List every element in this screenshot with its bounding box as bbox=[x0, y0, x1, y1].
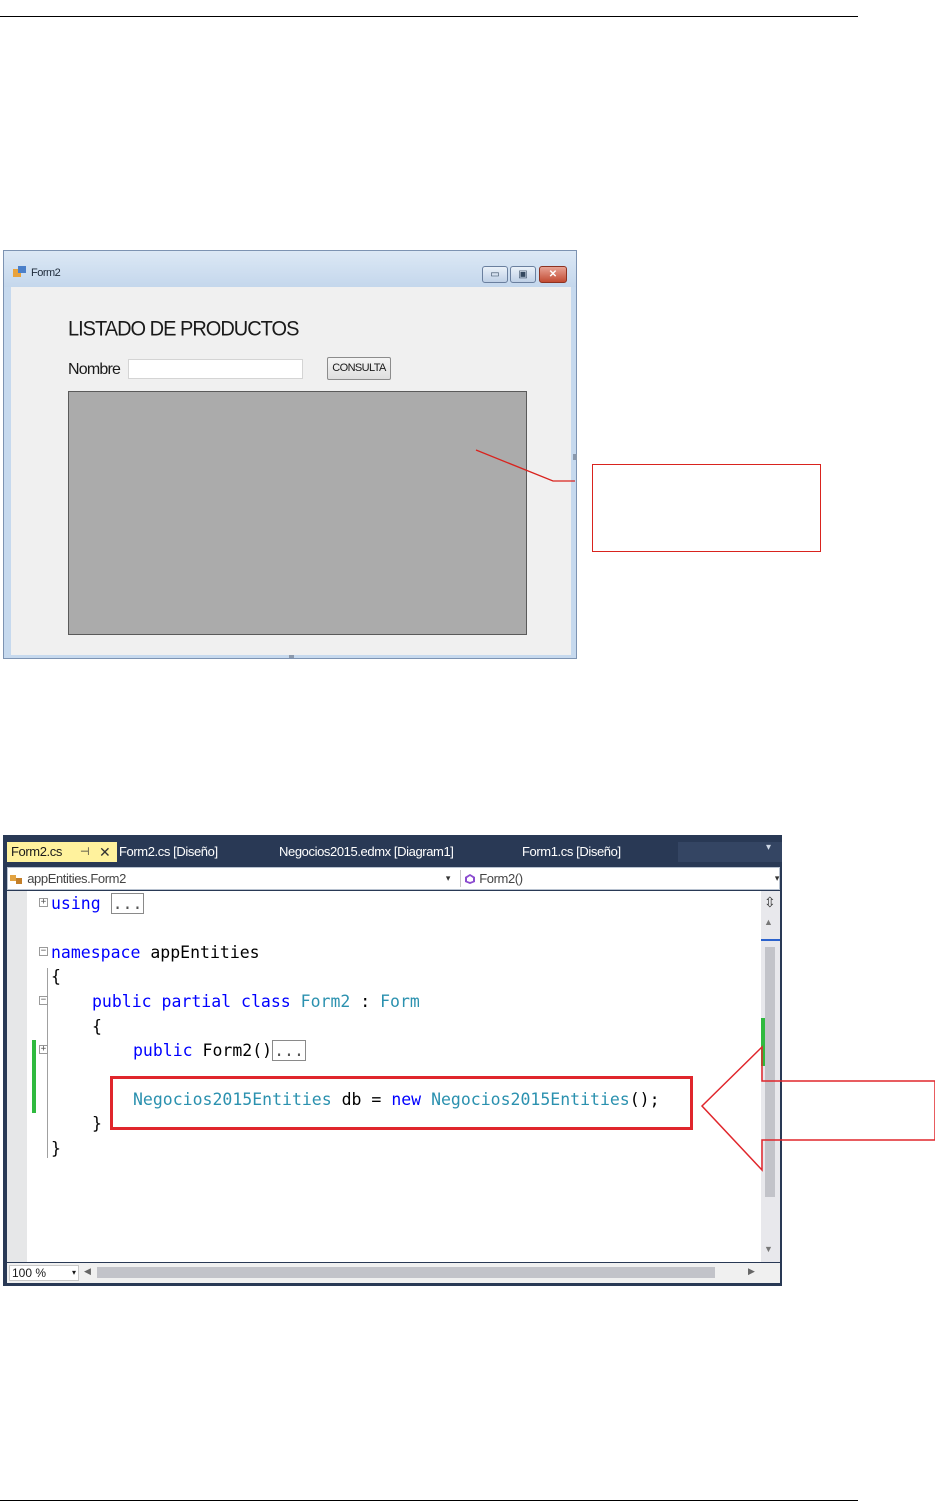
code-line-class-close: } bbox=[92, 1114, 102, 1133]
splitter-icon[interactable]: ⇳ bbox=[764, 895, 776, 909]
chevron-down-icon: ▾ bbox=[71, 1268, 76, 1277]
tab-label: Form2.cs bbox=[11, 844, 62, 859]
close-button[interactable]: ✕ bbox=[539, 266, 567, 283]
products-datagrid[interactable] bbox=[68, 391, 527, 635]
chevron-down-icon: ▾ bbox=[445, 873, 451, 883]
code-highlight-box bbox=[110, 1076, 693, 1130]
form-client-area: LISTADO DE PRODUCTOS Nombre CONSULTA bbox=[11, 287, 571, 655]
navigation-bar: appEntities.Form2 ▾ Form2() ▾ bbox=[7, 867, 780, 890]
code-line-namespace: namespace appEntities bbox=[51, 943, 260, 962]
type-selector-value: appEntities.Form2 bbox=[27, 871, 126, 886]
editor-gutter bbox=[7, 891, 27, 1262]
member-selector[interactable]: Form2() ▾ bbox=[460, 870, 781, 887]
app-icon bbox=[13, 266, 26, 277]
scroll-arrow-icon[interactable]: ▲ bbox=[764, 917, 773, 927]
change-indicator bbox=[32, 1040, 36, 1113]
tab-form2-cs[interactable]: Form2.cs ⊣ ✕ bbox=[7, 842, 117, 862]
nombre-label: Nombre bbox=[68, 361, 121, 378]
type-selector[interactable]: appEntities.Form2 ▾ bbox=[10, 870, 452, 887]
editor-bottom-bar: 100 % ▾ ◀ ▶ bbox=[7, 1263, 780, 1283]
maximize-button[interactable]: ▣ bbox=[510, 266, 536, 283]
member-selector-value: Form2() bbox=[479, 871, 523, 886]
scroll-arrow-icon[interactable]: ◀ bbox=[84, 1266, 91, 1277]
footer-rule bbox=[0, 1500, 858, 1501]
scroll-arrow-icon[interactable]: ▶ bbox=[748, 1266, 755, 1277]
scroll-thumb[interactable] bbox=[765, 947, 775, 1197]
code-line-ctor: public Form2()... bbox=[133, 1040, 306, 1061]
code-line-namespace-close: } bbox=[51, 1139, 61, 1158]
code-line-class-open: { bbox=[92, 1017, 102, 1036]
maximize-icon: ▣ bbox=[518, 269, 528, 280]
vertical-scrollbar[interactable]: ⇳ ▲ ▼ bbox=[761, 891, 780, 1262]
tab-edmx-diagram[interactable]: Negocios2015.edmx [Diagram1] bbox=[279, 842, 454, 862]
plus-fold-icon[interactable]: + bbox=[39, 898, 48, 907]
window-titlebar: Form2 ▭ ▣ ✕ bbox=[4, 251, 576, 287]
code-line-using: using ... bbox=[51, 893, 145, 914]
resize-handle-right[interactable] bbox=[573, 454, 577, 460]
minimize-button[interactable]: ▭ bbox=[482, 266, 508, 283]
zoom-value: 100 % bbox=[12, 1266, 47, 1280]
window-title: Form2 bbox=[31, 267, 61, 279]
code-line-class: public partial class Form2 : Form bbox=[92, 992, 420, 1011]
header-rule bbox=[0, 16, 858, 17]
callout-box bbox=[592, 464, 821, 552]
method-icon bbox=[465, 874, 475, 884]
code-line-open-brace: { bbox=[51, 967, 61, 986]
resize-handle-bottom[interactable] bbox=[289, 655, 294, 658]
minus-fold-icon[interactable]: − bbox=[39, 996, 48, 1005]
scroll-arrow-icon[interactable]: ▼ bbox=[764, 1244, 773, 1254]
minimize-icon: ▭ bbox=[490, 269, 500, 280]
chevron-down-icon: ▾ bbox=[774, 873, 780, 883]
page-title: LISTADO DE PRODUCTOS bbox=[68, 317, 299, 341]
collapsed-region[interactable]: ... bbox=[272, 1040, 306, 1061]
code-editor-window: Form2.cs ⊣ ✕ Form2.cs [Diseño] Negocios2… bbox=[3, 835, 782, 1286]
document-tabs: Form2.cs ⊣ ✕ Form2.cs [Diseño] Negocios2… bbox=[3, 840, 782, 862]
chevron-down-icon[interactable]: ▾ bbox=[766, 842, 771, 853]
horizontal-scrollbar[interactable] bbox=[97, 1267, 715, 1278]
zoom-select[interactable]: 100 % ▾ bbox=[9, 1265, 79, 1281]
class-icon bbox=[10, 875, 22, 884]
tab-form1-design[interactable]: Form1.cs [Diseño] bbox=[522, 842, 621, 862]
pin-icon[interactable]: ⊣ bbox=[80, 842, 90, 862]
form2-window: Form2 ▭ ▣ ✕ LISTADO DE PRODUCTOS Nombre … bbox=[3, 250, 577, 659]
minus-fold-icon[interactable]: − bbox=[39, 947, 48, 956]
caret-marker bbox=[761, 939, 780, 941]
collapsed-region[interactable]: ... bbox=[110, 893, 145, 914]
close-tab-icon[interactable]: ✕ bbox=[99, 842, 111, 862]
close-icon: ✕ bbox=[548, 269, 558, 280]
consulta-button[interactable]: CONSULTA bbox=[327, 357, 391, 380]
plus-fold-icon[interactable]: + bbox=[39, 1045, 48, 1054]
tab-form2-design[interactable]: Form2.cs [Diseño] bbox=[119, 842, 218, 862]
nombre-input[interactable] bbox=[128, 359, 303, 379]
